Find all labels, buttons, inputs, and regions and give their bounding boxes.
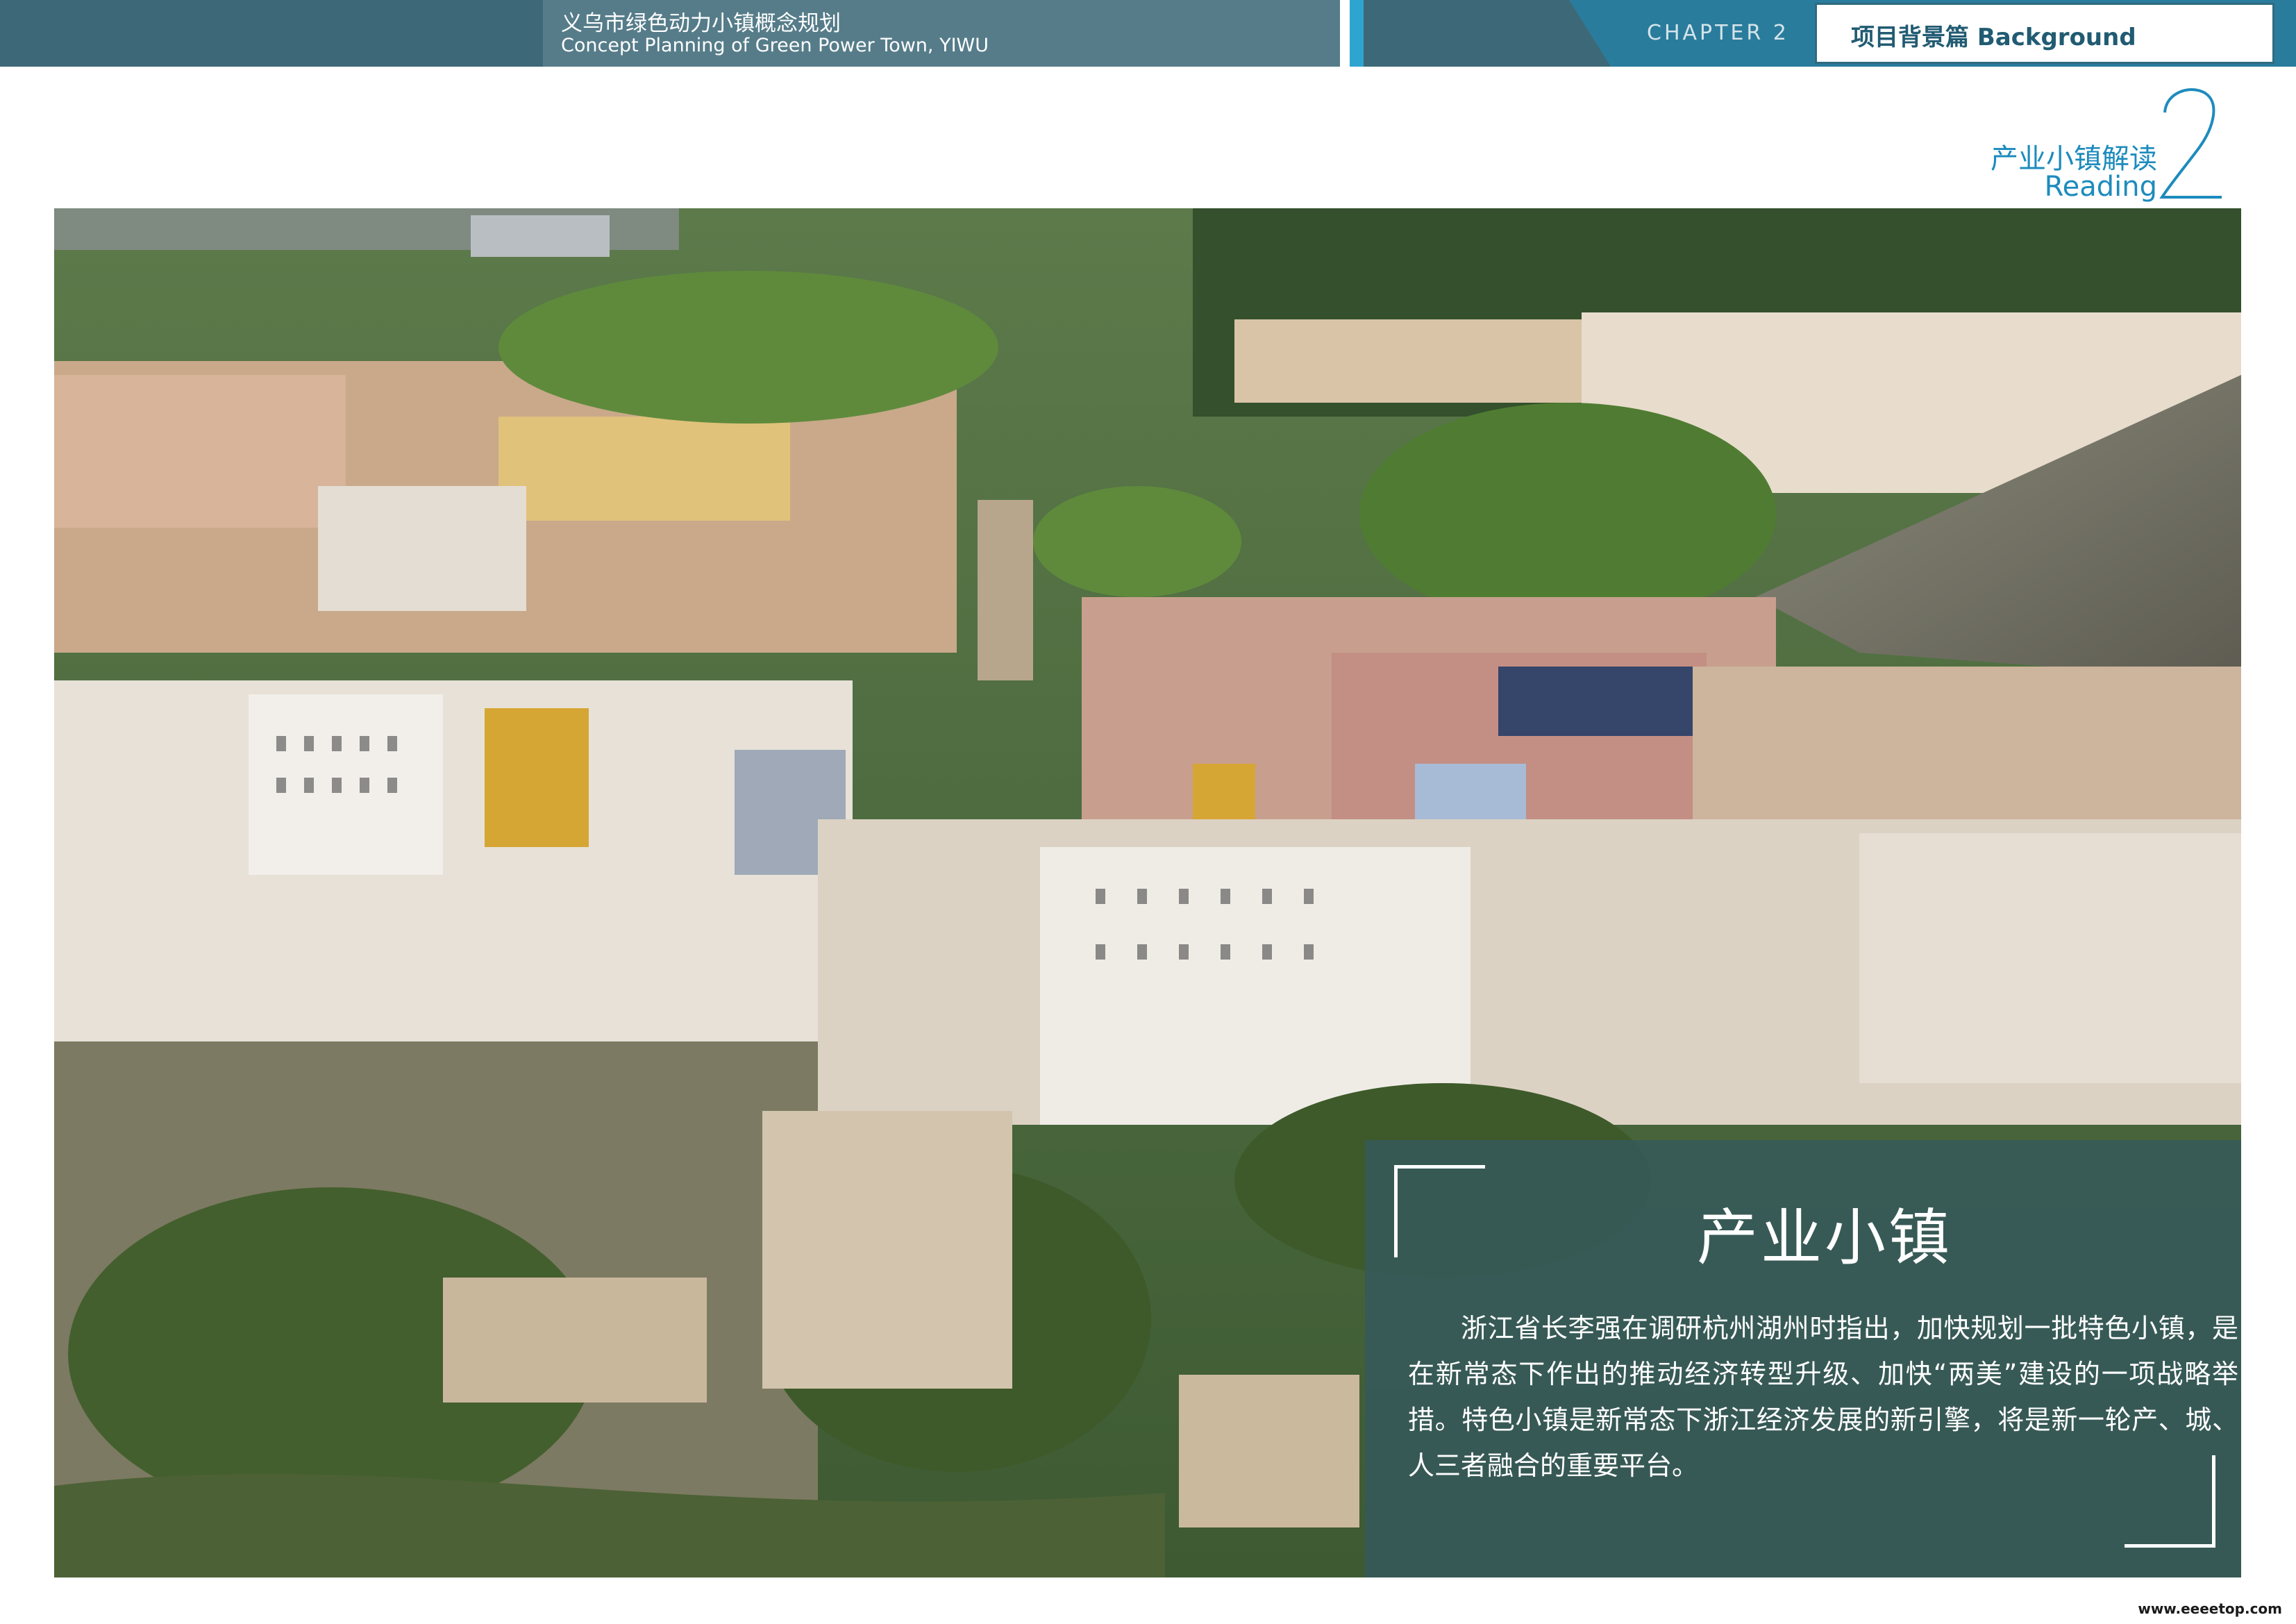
- chapter-label: CHAPTER 2: [1647, 21, 1789, 45]
- section-number-2: [2159, 88, 2222, 199]
- watermark: www.eeeetop.com: [2138, 1600, 2282, 1617]
- subheading-en: Reading: [2044, 171, 2157, 203]
- section-label: 项目背景篇 Background: [1851, 24, 2136, 51]
- corner-bracket-top-left: [1394, 1165, 1485, 1257]
- header-accent-stripe: [1350, 0, 1364, 67]
- panel-body-text: 浙江省长李强在调研杭州湖州时指出，加快规划一批特色小镇，是在新常态下作出的推动经…: [1408, 1313, 2238, 1481]
- project-title-zh: 义乌市绿色动力小镇概念规划: [561, 11, 841, 36]
- project-title-en: Concept Planning of Green Power Town, YI…: [561, 35, 989, 56]
- panel-title: 产业小镇: [1697, 1202, 1953, 1273]
